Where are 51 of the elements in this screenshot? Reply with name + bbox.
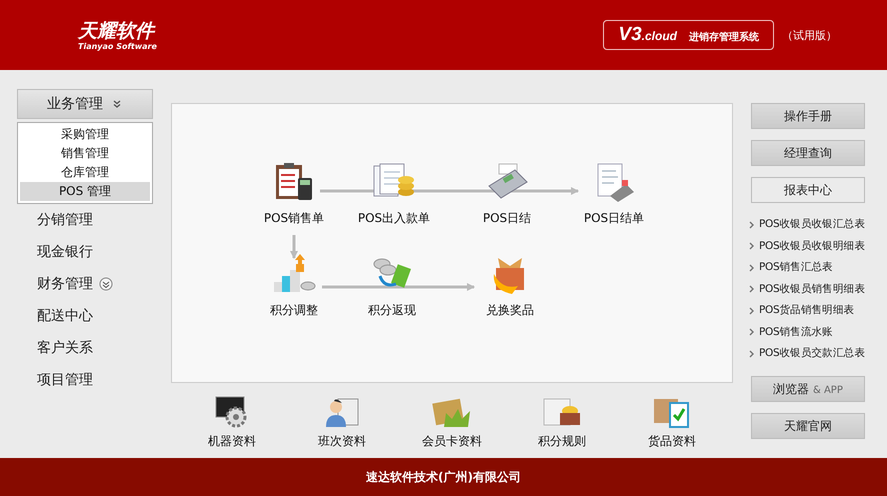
flow-node-label[interactable]: POS销售单 <box>264 210 324 227</box>
flow-node-label[interactable]: 积分返现 <box>368 302 416 319</box>
report-link[interactable]: POS收银员收银明细表 <box>759 236 865 257</box>
report-link[interactable]: POS收银员收银汇总表 <box>759 214 865 236</box>
flow-node-label[interactable]: POS日结 <box>482 210 532 227</box>
flow-node-label[interactable]: 兑换奖品 <box>486 302 534 319</box>
flow-node-label[interactable]: 积分调整 <box>270 302 318 319</box>
report-link[interactable]: POS销售汇总表 <box>759 257 833 278</box>
chevron-down-icon[interactable] <box>99 277 113 291</box>
product-badge: V3.cloud 进销存管理系统 <box>603 20 774 50</box>
shortcut-label[interactable]: 班次资料 <box>318 433 366 450</box>
shortcut-label[interactable]: 机器资料 <box>208 433 256 450</box>
flow-node-label[interactable]: POS日结单 <box>584 210 644 227</box>
chevron-right-icon <box>749 285 755 294</box>
submenu-item[interactable]: 销售管理 <box>20 144 150 163</box>
flow-node-label[interactable]: POS出入款单 <box>358 210 430 227</box>
submenu-item[interactable]: 仓库管理 <box>20 163 150 182</box>
menu-item[interactable]: 财务管理 <box>37 275 93 293</box>
report-link[interactable]: POS销售流水账 <box>759 322 833 343</box>
logo-title: 天耀软件 <box>78 20 156 42</box>
nav-button[interactable]: 报表中心 <box>751 177 865 203</box>
chevron-right-icon <box>749 264 755 272</box>
nav-button[interactable]: 经理查询 <box>751 140 865 166</box>
footer-text: 速达软件技术(广州)有限公司 <box>366 468 521 486</box>
menu-item[interactable]: 项目管理 <box>37 371 93 389</box>
chevron-right-icon <box>749 350 755 358</box>
nav-button[interactable]: 操作手册 <box>751 103 865 129</box>
chevron-right-icon <box>749 306 755 315</box>
report-link[interactable]: POS收银员交款汇总表 <box>759 343 865 364</box>
menu-item[interactable]: 配送中心 <box>37 307 93 325</box>
link-button[interactable]: 浏览器 & APP <box>751 376 865 402</box>
stairs-coins-icon <box>272 254 316 294</box>
submenu-item[interactable]: 采购管理 <box>20 125 150 144</box>
menu-item[interactable]: 现金银行 <box>37 243 93 261</box>
shortcut-label[interactable]: 货品资料 <box>648 433 696 450</box>
chevron-right-icon <box>749 242 755 250</box>
report-link[interactable]: POS收银员销售明细表 <box>759 278 865 300</box>
shortcut-label[interactable]: 积分规则 <box>538 433 586 450</box>
flow-arrow <box>290 235 298 259</box>
shortcut-label[interactable]: 会员卡资料 <box>422 433 482 450</box>
submenu-item[interactable]: POS 管理 <box>20 182 150 201</box>
chevron-down-icon <box>111 98 123 110</box>
edition-label: （试用版） <box>782 28 837 42</box>
link-button[interactable]: 天耀官网 <box>751 413 865 439</box>
chevron-right-icon <box>749 220 755 229</box>
menu-item[interactable]: 客户关系 <box>37 339 93 357</box>
report-link[interactable]: POS货品销售明细表 <box>759 300 854 322</box>
menu-group-button[interactable]: 业务管理 <box>17 89 153 119</box>
logo-subtitle: Tianyao Software <box>78 42 157 50</box>
chevron-right-icon <box>749 328 755 336</box>
menu-item[interactable]: 分销管理 <box>37 211 93 229</box>
